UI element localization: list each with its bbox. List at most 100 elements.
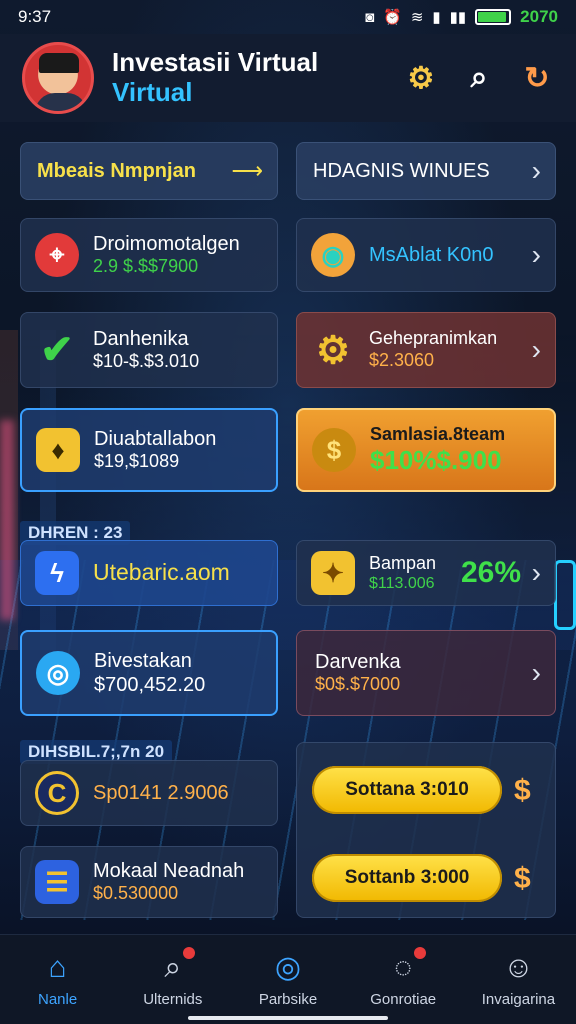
card-right-banner[interactable]: HDAGNIS WINUES › (296, 142, 556, 200)
card-name: Mokaal Neadnah (93, 860, 245, 883)
coin-gold-icon: $ (312, 428, 356, 472)
jar-icon: ◉ (311, 233, 355, 277)
camera-status-icon: ◙ (365, 8, 375, 26)
card-bampan[interactable]: ✦ Bampan $113.006 26% › (296, 540, 556, 606)
gift-icon: ♦ (36, 428, 80, 472)
card-left-banner[interactable]: Mbeais Nmpnjan ⟶ (20, 142, 278, 200)
chevron-right-icon: › (531, 155, 541, 186)
battery-icon (475, 9, 512, 25)
card-samlasia[interactable]: $ Samlasia.8team $10%$.900 (296, 408, 556, 492)
chevron-right-icon: › (531, 657, 541, 688)
title-line-2: Virtual (112, 77, 193, 107)
dollar-icon[interactable]: $ (514, 774, 531, 808)
nav-label: Gonrotiae (370, 991, 437, 1008)
nav-label: Invaigarina (481, 991, 556, 1008)
card-gehepranimkan[interactable]: ⚙ Gehepranimkan $2.3060 › (296, 312, 556, 388)
wifi-icon: ≋ (410, 9, 424, 26)
card-value: 2.9 $.$$7900 (93, 256, 199, 277)
nav-chat[interactable]: ◌ Gonrotiae (346, 935, 461, 1024)
card-name: Bivestakan (94, 650, 192, 672)
status-time: 9:37 (18, 7, 52, 26)
card-value: $700,452.20 (94, 674, 206, 696)
card-value: $0$.$7000 (315, 674, 401, 695)
nav-label: Nanle (38, 991, 78, 1008)
ticket-icon: ✦ (311, 551, 355, 595)
card-sp0141[interactable]: C Sp0141 2.9006 (20, 760, 278, 826)
gear-icon[interactable]: ⚙ (404, 61, 438, 95)
bolt-icon: ϟ (35, 551, 79, 595)
gear-gold-icon: ⚙ (315, 329, 351, 372)
app-title: Investasii Virtual Virtual (112, 47, 319, 108)
title-line-1: Investasii Virtual (112, 47, 319, 78)
dollar-icon[interactable]: $ (514, 862, 531, 896)
card-utebaric[interactable]: ϟ Utebaric.aom (20, 540, 278, 606)
compass-icon: ◎ (274, 951, 302, 984)
card-value: $0.530000 (93, 883, 179, 904)
pill-label: Sottanb 3:000 (344, 867, 470, 888)
card-name: Danhenika (93, 328, 189, 351)
card-msablat[interactable]: ◉ MsAblat K0n0 › (296, 218, 556, 292)
chevron-right-icon: › (531, 557, 541, 588)
card-name: Samlasia.8team (370, 423, 506, 444)
neon-glow-left (0, 420, 14, 620)
target-icon: ◎ (36, 651, 80, 695)
search-icon[interactable]: ⌕ (462, 61, 496, 95)
card-value: $2.3060 (369, 350, 435, 370)
card-droimomotalgen[interactable]: ⌖ Droimomotalgen 2.9 $.$$7900 (20, 218, 278, 292)
card-value: $10%$.900 (370, 445, 502, 476)
status-bar: 9:37 ◙ ⏰ ≋ ▮ ▮▮ 2070 (0, 0, 576, 34)
alarm-icon: ⏰ (383, 9, 402, 26)
pin-icon: ⌖ (35, 233, 79, 277)
chevron-right-icon: › (531, 334, 541, 365)
banner-label: HDAGNIS WINUES (313, 159, 490, 182)
card-mokaal[interactable]: ☰ Mokaal Neadnah $0.530000 (20, 846, 278, 918)
chevron-right-icon: › (531, 239, 541, 270)
sottanb-button[interactable]: Sottanb 3:000 (312, 854, 502, 902)
arrow-icon: ⟶ (231, 158, 263, 183)
card-value: $19,$1089 (94, 451, 180, 472)
card-darvenka[interactable]: Darvenka $0$.$7000 › (296, 630, 556, 716)
battery-text: 2070 (520, 7, 558, 26)
wallet-icon: ☰ (35, 860, 79, 904)
card-bivestakan[interactable]: ◎ Bivestakan $700,452.20 (20, 630, 278, 716)
nav-home[interactable]: ⌂ Nanle (0, 935, 115, 1024)
coin-icon: C (35, 771, 79, 815)
card-value: $10-$.$3.010 (93, 351, 200, 372)
card-name: Utebaric.aom (93, 559, 230, 586)
card-name: Diuabtallabon (94, 428, 217, 451)
card-diuabtallabon[interactable]: ♦ Diuabtallabon $19,$1089 (20, 408, 278, 492)
nav-label: Parbsike (258, 991, 318, 1008)
card-value: $113.006 (369, 575, 435, 593)
nav-compass[interactable]: ◎ Parbsike (230, 935, 345, 1024)
check-icon: ✔ (40, 328, 74, 372)
app-header: Investasii Virtual Virtual ⚙ ⌕ ↻ (0, 34, 576, 122)
avatar-suit (35, 93, 87, 111)
sottana-button[interactable]: Sottana 3:010 (312, 766, 502, 814)
avatar-hat (39, 53, 79, 73)
pill-label: Sottana 3:010 (345, 779, 469, 800)
card-name: Bampan (369, 552, 437, 573)
nav-label: Ulternids (143, 991, 203, 1008)
card-danhenika[interactable]: ✔ Danhenika $10-$.$3.010 (20, 312, 278, 388)
card-name: MsAblat K0n0 (369, 244, 494, 266)
notification-badge (183, 947, 196, 959)
card-name: Droimomotalgen (93, 233, 240, 256)
card-name: Darvenka (315, 651, 401, 674)
bottom-nav: ⌂ Nanle ⌕ Ulternids ◎ Parbsike ◌ Gonroti… (0, 934, 576, 1024)
search-icon: ⌕ (164, 951, 182, 984)
card-name: Sp0141 2.9006 (93, 782, 229, 804)
chat-icon: ◌ (394, 951, 413, 984)
signal-icon-2: ▮▮ (449, 9, 467, 26)
notification-badge (413, 947, 426, 959)
avatar[interactable] (22, 42, 94, 114)
banner-label: Mbeais Nmpnjan (37, 159, 196, 182)
home-indicator[interactable] (188, 1016, 388, 1020)
user-icon: ☺ (503, 951, 534, 984)
nav-profile[interactable]: ☺ Invaigarina (461, 935, 576, 1024)
signal-icon: ▮ (432, 9, 441, 26)
neon-glow-right (554, 560, 576, 630)
percent-badge: 26% (460, 556, 521, 589)
refresh-icon[interactable]: ↻ (520, 61, 554, 95)
nav-search[interactable]: ⌕ Ulternids (115, 935, 230, 1024)
home-icon: ⌂ (48, 951, 67, 984)
